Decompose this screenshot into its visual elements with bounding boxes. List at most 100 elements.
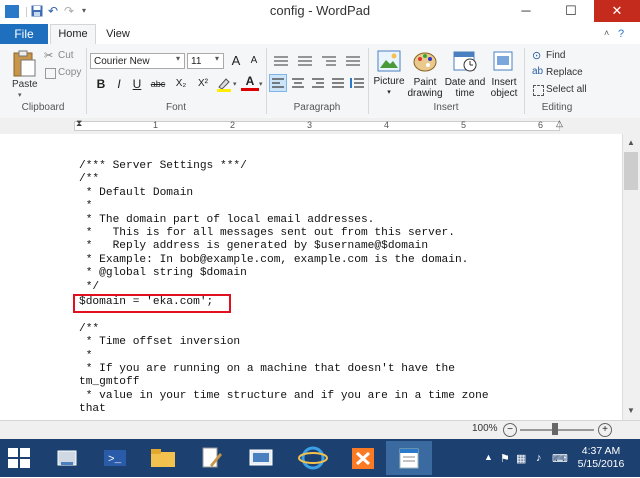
picture-label: Picture xyxy=(373,76,405,87)
highlight-color-icon[interactable] xyxy=(216,76,232,92)
paragraph-group-label: Paragraph xyxy=(293,102,341,113)
document-line: * The domain part of local email address… xyxy=(79,213,375,226)
svg-text:>_: >_ xyxy=(108,454,122,466)
maximize-button[interactable]: ☐ xyxy=(548,0,594,22)
right-indent-marker[interactable]: △ xyxy=(556,118,563,129)
align-center-button[interactable] xyxy=(290,75,306,91)
copy-icon xyxy=(45,68,56,79)
align-left-button[interactable] xyxy=(269,74,287,92)
help-icon[interactable]: ? xyxy=(618,28,624,40)
clipboard-group-label: Clipboard xyxy=(21,102,65,113)
ruler-mark: 3 xyxy=(307,120,313,130)
insert-object-button[interactable]: Insert object xyxy=(486,77,522,99)
document-line: * If you are running on a machine that d… xyxy=(79,363,455,375)
chevron-down-icon[interactable]: ▾ xyxy=(233,80,237,88)
clock-time: 4:37 AM xyxy=(581,445,621,457)
paint-drawing-label-2: drawing xyxy=(407,88,443,99)
indent-marker[interactable]: ⧗ xyxy=(76,118,82,129)
keyboard-icon[interactable]: ⌨ xyxy=(552,452,568,465)
zoom-out-button[interactable]: − xyxy=(503,423,517,437)
remote-desktop-taskbar-button[interactable] xyxy=(238,441,284,475)
system-clock[interactable]: 4:37 AM 5/15/2016 xyxy=(570,445,632,471)
flag-icon[interactable]: ⚑ xyxy=(500,452,510,465)
font-color-button[interactable]: A xyxy=(241,74,259,91)
subscript-button[interactable]: X₂ xyxy=(171,75,191,93)
zoom-in-button[interactable]: + xyxy=(598,423,612,437)
paint-palette-icon[interactable] xyxy=(413,50,437,72)
chevron-up-icon[interactable]: ˄ xyxy=(604,28,609,38)
document-line: * Reply address is generated by $usernam… xyxy=(79,240,429,253)
find-button[interactable]: Find xyxy=(546,50,565,61)
document-line: that xyxy=(79,403,106,416)
date-time-label-1: Date and xyxy=(444,77,486,88)
picture-button[interactable]: Picture ▾ xyxy=(372,76,406,98)
tab-view[interactable]: View xyxy=(96,24,140,44)
cut-button[interactable]: Cut xyxy=(58,50,74,61)
scissors-icon: ✂ xyxy=(44,50,54,62)
chevron-down-icon[interactable]: ▾ xyxy=(215,54,219,63)
bold-button[interactable]: B xyxy=(92,75,110,93)
document-line: /*** Server Settings ***/ xyxy=(79,160,247,172)
document-line: * xyxy=(79,349,93,362)
paint-drawing-button[interactable]: Paint drawing xyxy=(405,77,445,99)
zoom-slider-thumb[interactable] xyxy=(552,423,558,435)
align-right-button[interactable] xyxy=(310,75,326,91)
xampp-taskbar-button[interactable] xyxy=(340,441,386,475)
grow-font-button[interactable]: A xyxy=(227,52,245,70)
ruler-mark: 6 xyxy=(538,120,544,130)
chevron-down-icon[interactable]: ▾ xyxy=(176,54,180,63)
insert-object-icon[interactable] xyxy=(492,50,514,72)
volume-icon[interactable]: ♪ xyxy=(536,452,542,464)
tab-home[interactable]: Home xyxy=(50,24,96,45)
copy-button[interactable]: Copy xyxy=(58,67,81,78)
calendar-clock-icon[interactable] xyxy=(453,50,477,72)
font-family-select[interactable]: Courier New xyxy=(90,53,185,69)
wordpad-taskbar-button[interactable] xyxy=(386,441,432,475)
paste-button[interactable]: Paste xyxy=(12,79,38,90)
replace-icon: ab xyxy=(532,66,544,77)
justify-button[interactable] xyxy=(330,75,346,91)
paste-icon[interactable] xyxy=(11,50,37,78)
minimize-button[interactable]: ─ xyxy=(504,0,548,22)
document-line: * Example: In bob@example.com, example.c… xyxy=(79,253,469,266)
server-manager-taskbar-button[interactable] xyxy=(44,441,90,475)
internet-explorer-taskbar-button[interactable] xyxy=(290,441,336,475)
shrink-font-button[interactable]: A xyxy=(245,52,263,70)
powershell-taskbar-button[interactable]: >_ xyxy=(92,441,138,475)
document-line: * @global string $domain xyxy=(79,267,247,280)
underline-button[interactable]: U xyxy=(128,75,146,93)
notepad-taskbar-button[interactable] xyxy=(188,441,234,475)
select-all-button[interactable]: Select all xyxy=(546,84,587,95)
ruler-mark: 4 xyxy=(384,120,390,130)
picture-icon[interactable] xyxy=(377,50,401,72)
font-size-value: 11 xyxy=(191,56,202,67)
close-button[interactable]: ✕ xyxy=(594,0,640,22)
scroll-up-arrow[interactable]: ▲ xyxy=(622,134,640,152)
highlight-box xyxy=(73,294,231,313)
binoculars-icon: ⊙ xyxy=(532,50,542,62)
superscript-button[interactable]: X² xyxy=(193,75,213,93)
document-line: */ xyxy=(79,280,100,293)
chevron-down-icon[interactable]: ▾ xyxy=(18,91,22,99)
scroll-down-arrow[interactable]: ▼ xyxy=(622,402,640,420)
file-explorer-taskbar-button[interactable] xyxy=(140,441,186,475)
chevron-down-icon[interactable]: ▾ xyxy=(259,80,263,88)
windows-start-icon[interactable] xyxy=(6,446,32,470)
ruler-mark: 1 xyxy=(153,120,159,130)
document-line: * This is for all messages sent out from… xyxy=(79,227,455,239)
ruler-mark: 5 xyxy=(461,120,467,130)
date-time-button[interactable]: Date and time xyxy=(444,77,486,99)
document-line: * xyxy=(79,200,93,213)
date-time-label-2: time xyxy=(455,88,475,99)
tray-expand-icon[interactable]: ▲ xyxy=(484,452,493,462)
network-icon[interactable]: ▦ xyxy=(516,452,526,465)
tab-file[interactable]: File xyxy=(0,24,48,44)
italic-button[interactable]: I xyxy=(110,75,128,93)
insert-object-label-2: object xyxy=(490,88,518,99)
replace-button[interactable]: Replace xyxy=(546,67,583,78)
scrollbar-thumb[interactable] xyxy=(624,152,638,190)
ruler-mark: 2 xyxy=(230,120,236,130)
strikethrough-button[interactable]: abc xyxy=(147,75,169,93)
paragraph-button[interactable] xyxy=(350,75,366,91)
clock-date: 5/15/2016 xyxy=(577,458,625,470)
